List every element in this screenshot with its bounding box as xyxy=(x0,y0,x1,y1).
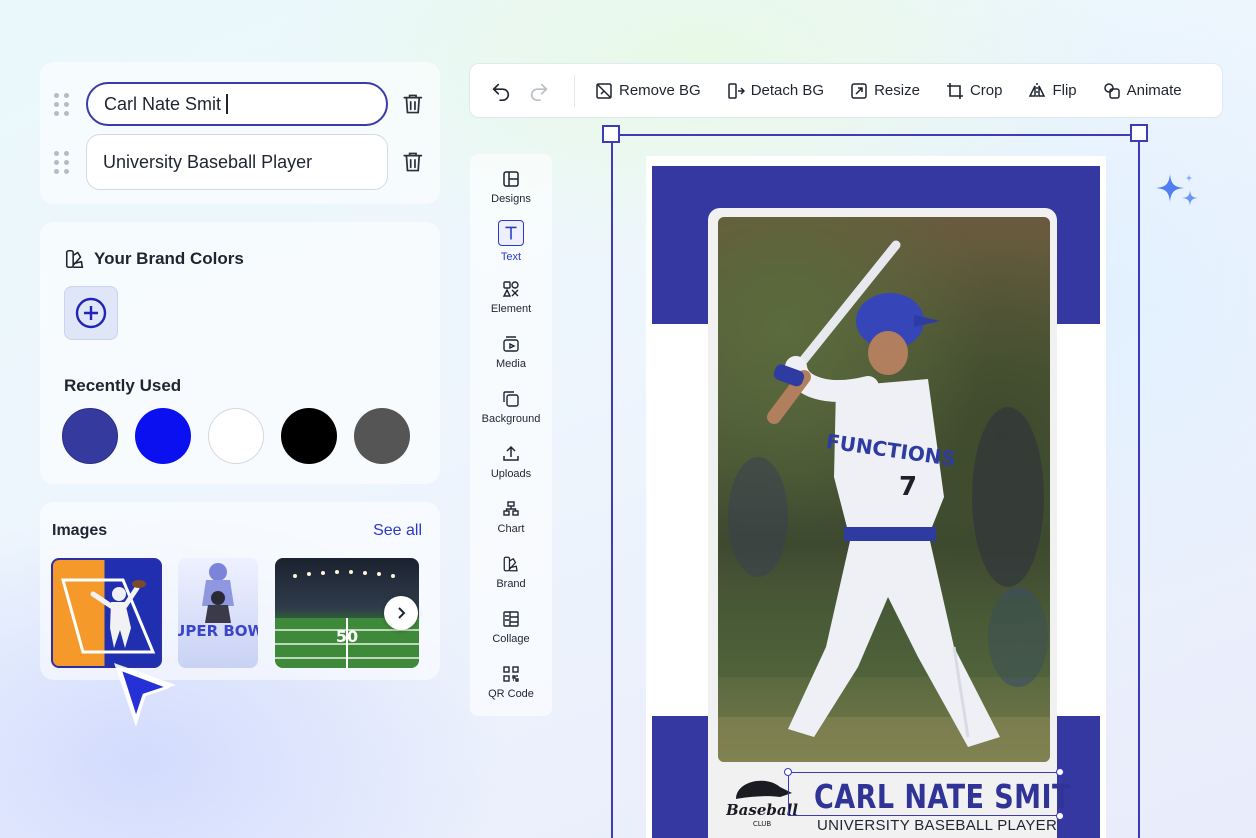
rail-item-media[interactable]: Media xyxy=(470,335,552,370)
recent-color-swatches xyxy=(62,408,410,464)
next-images-button[interactable] xyxy=(384,596,418,630)
selection-handle-top-right[interactable] xyxy=(1130,124,1148,142)
image-thumbnail-football[interactable] xyxy=(51,558,162,668)
remove-bg-button[interactable]: Remove BG xyxy=(595,82,701,100)
animate-button[interactable]: Animate xyxy=(1103,82,1182,100)
images-heading: Images xyxy=(52,522,108,539)
remove-bg-icon xyxy=(596,82,612,99)
text-field-row: Carl Nate Smit xyxy=(54,76,426,132)
flip-icon xyxy=(1029,82,1046,99)
selection-frame xyxy=(611,134,1140,838)
layout-icon xyxy=(503,171,519,187)
drag-handle-icon[interactable] xyxy=(54,151,70,174)
rail-item-text[interactable]: Text xyxy=(470,220,552,263)
chart-icon xyxy=(503,501,519,516)
rail-item-designs[interactable]: Designs xyxy=(470,170,552,205)
undo-icon xyxy=(492,83,510,101)
sparkle-icon xyxy=(1156,174,1198,206)
media-icon xyxy=(503,336,519,352)
crop-button[interactable]: Crop xyxy=(946,82,1002,100)
detach-bg-icon xyxy=(727,82,745,99)
text-input-name[interactable]: Carl Nate Smit xyxy=(86,82,389,126)
rail-item-qr-code[interactable]: QR Code xyxy=(470,665,552,700)
see-all-link[interactable]: See all xyxy=(373,522,422,540)
brand-colors-heading: Your Brand Colors xyxy=(64,248,244,270)
text-icon xyxy=(498,220,524,246)
detach-bg-button[interactable]: Detach BG xyxy=(727,82,824,100)
brand-colors-panel: Your Brand Colors Recently Used xyxy=(40,222,440,484)
undo-button[interactable] xyxy=(486,76,516,106)
trash-icon[interactable] xyxy=(400,149,426,175)
mouse-cursor-icon xyxy=(114,663,176,727)
rail-item-element[interactable]: Element xyxy=(470,280,552,315)
color-swatch[interactable] xyxy=(354,408,410,464)
images-panel: Images See all SUPER BOWL 50 xyxy=(40,502,440,680)
color-swatch[interactable] xyxy=(281,408,337,464)
resize-icon xyxy=(851,82,867,99)
crop-icon xyxy=(946,82,963,99)
text-field-row: University Baseball Player xyxy=(54,134,426,190)
super-bowl-poster-image: SUPER BOWL xyxy=(178,563,258,640)
color-swatch[interactable] xyxy=(62,408,118,464)
image-thumbnail-super-bowl[interactable]: SUPER BOWL xyxy=(178,558,258,668)
plus-circle-icon xyxy=(75,297,107,329)
football-player-image xyxy=(61,578,156,654)
text-caret xyxy=(226,94,229,114)
redo-icon xyxy=(530,83,548,101)
brand-icon xyxy=(65,249,84,269)
svg-text:SUPER BOWL: SUPER BOWL xyxy=(178,622,258,640)
brand-icon xyxy=(503,556,518,572)
resize-button[interactable]: Resize xyxy=(850,82,920,100)
color-swatch[interactable] xyxy=(208,408,264,464)
svg-text:50: 50 xyxy=(336,627,358,646)
tools-rail: Designs Text Element Media Background Up… xyxy=(470,154,552,716)
editor-toolbar: Remove BG Detach BG Resize Crop Flip Ani… xyxy=(469,63,1223,118)
rail-item-brand[interactable]: Brand xyxy=(470,555,552,590)
add-brand-color-button[interactable] xyxy=(64,286,118,340)
rail-item-collage[interactable]: Collage xyxy=(470,610,552,645)
rail-item-background[interactable]: Background xyxy=(470,390,552,425)
chevron-right-icon xyxy=(398,607,406,619)
upload-icon xyxy=(503,445,519,461)
trash-icon[interactable] xyxy=(400,91,426,117)
rail-item-chart[interactable]: Chart xyxy=(470,500,552,535)
animate-icon xyxy=(1103,82,1120,99)
collage-icon xyxy=(503,611,519,627)
text-fields-panel: Carl Nate Smit University Baseball Playe… xyxy=(40,62,440,204)
flip-button[interactable]: Flip xyxy=(1028,82,1077,100)
selection-handle-top-left[interactable] xyxy=(602,125,620,143)
qr-code-icon xyxy=(503,666,519,682)
shapes-icon xyxy=(502,281,519,297)
background-icon xyxy=(503,391,519,407)
rail-item-uploads[interactable]: Uploads xyxy=(470,445,552,480)
redo-button[interactable] xyxy=(524,76,554,106)
recently-used-heading: Recently Used xyxy=(64,376,182,395)
drag-handle-icon[interactable] xyxy=(54,93,70,116)
toolbar-divider xyxy=(574,74,575,107)
color-swatch[interactable] xyxy=(135,408,191,464)
text-input-subtitle[interactable]: University Baseball Player xyxy=(86,134,389,190)
